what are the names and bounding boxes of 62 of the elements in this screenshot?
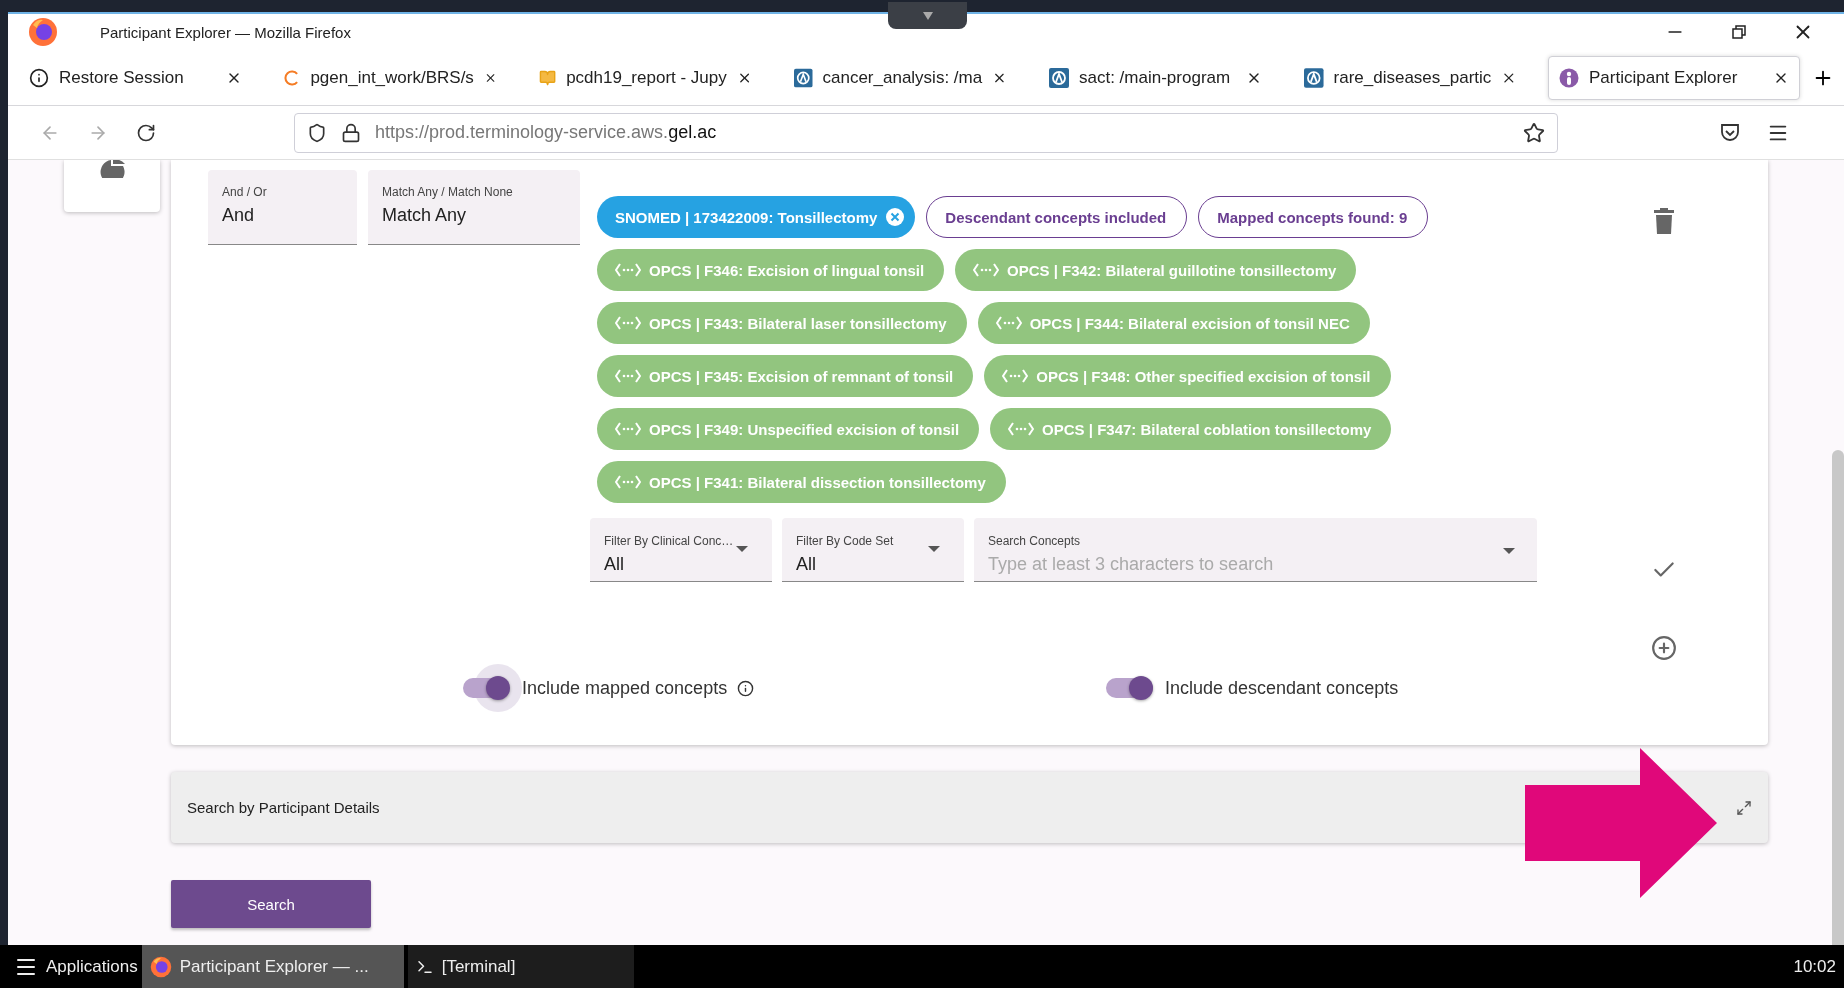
bookmark-star-icon[interactable]	[1523, 121, 1545, 144]
code-brackets-icon	[615, 422, 641, 436]
browser-tab[interactable]: cancer_analysis: /ma	[783, 55, 1018, 100]
shield-icon	[307, 122, 327, 143]
taskbar-item[interactable]: [Terminal]	[407, 945, 634, 988]
info-tag: Mapped concepts found: 9	[1198, 196, 1429, 238]
caret-icon	[1503, 548, 1515, 554]
info-icon	[29, 67, 49, 88]
book-icon	[539, 68, 557, 87]
code-brackets-icon	[995, 316, 1022, 330]
address-bar[interactable]: https://prod.terminology-service.aws.gel.ac	[294, 112, 1558, 153]
browser-tab[interactable]: pgen_int_work/BRS/s	[273, 55, 508, 100]
code-brackets-icon	[973, 263, 1000, 277]
search-button[interactable]: Search	[171, 880, 371, 928]
scrollbar[interactable]	[1832, 450, 1844, 945]
code-brackets-icon	[1008, 422, 1035, 436]
lock-icon	[341, 122, 361, 143]
remove-icon[interactable]	[885, 207, 906, 227]
add-icon[interactable]	[1651, 635, 1677, 661]
browser-tab[interactable]: Participant Explorer	[1548, 55, 1800, 100]
firefox-icon	[149, 955, 172, 978]
filter-select[interactable]: Filter By Clinical Conc… All	[590, 518, 772, 582]
toggle-switch[interactable]	[463, 664, 522, 712]
expand-icon[interactable]	[1736, 799, 1752, 816]
code-brackets-icon	[1002, 369, 1029, 383]
pie-chart-icon	[99, 160, 125, 178]
sidebar-card[interactable]	[64, 160, 160, 212]
pocket-icon[interactable]	[1720, 123, 1740, 142]
app-icon	[1304, 67, 1324, 88]
caret-icon	[736, 546, 748, 552]
code-brackets-icon	[615, 369, 641, 383]
code-brackets-icon	[615, 316, 641, 330]
person-icon	[1559, 67, 1579, 88]
accordion-header[interactable]: Search by Participant Details	[171, 772, 1768, 843]
url-text: https://prod.terminology-service.aws.gel.ac	[375, 122, 718, 143]
browser-tab[interactable]: pcdh19_report - Jupy	[528, 55, 763, 100]
code-brackets-icon	[615, 475, 641, 489]
trash-icon[interactable]	[1654, 208, 1674, 234]
info-icon[interactable]	[737, 679, 755, 697]
restore-icon[interactable]	[1732, 25, 1746, 39]
window-title: Participant Explorer — Mozilla Firefox	[100, 23, 352, 41]
reload-icon[interactable]	[136, 122, 156, 143]
applications-menu[interactable]: Applications	[46, 956, 138, 977]
firefox-icon	[28, 17, 58, 47]
app-icon	[1049, 67, 1069, 88]
filter-select[interactable]: Filter By Code Set All	[782, 518, 964, 582]
search-concepts-field[interactable]: Search Concepts Type at least 3 characters to search	[974, 518, 1537, 582]
info-tag: Descendant concepts included	[926, 196, 1188, 238]
match-select[interactable]: Match Any / Match None Match Any	[368, 170, 580, 245]
taskbar-item[interactable]: Participant Explorer — ...	[141, 945, 404, 988]
browser-tab[interactable]: sact: /main-program	[1038, 55, 1273, 100]
toggle-label: Include descendant concepts	[1165, 677, 1399, 699]
browser-tab[interactable]: Restore Session	[18, 55, 253, 100]
toggle-label: Include mapped concepts	[522, 677, 728, 699]
dropdown-handle[interactable]	[888, 2, 967, 29]
loading-icon	[284, 67, 301, 88]
clock: 10:02	[1793, 956, 1836, 977]
browser-tab[interactable]: rare_diseases_partic	[1293, 55, 1528, 100]
caret-icon	[928, 546, 940, 552]
code-brackets-icon	[615, 263, 641, 277]
and-or-select[interactable]: And / Or And	[208, 170, 357, 245]
app-icon	[794, 67, 813, 88]
